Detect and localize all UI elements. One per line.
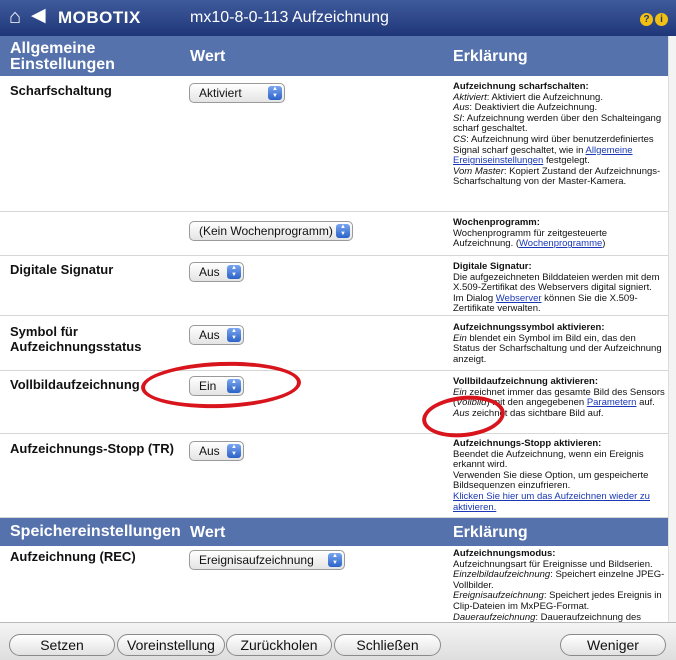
select-arrows-icon: ▲ ▼ (227, 328, 241, 342)
row-aufzeichnungs-stopp: Aufzeichnungs-Stopp (TR) Aus ▲ ▼ Aufzeichn… (0, 434, 668, 518)
brand-logo: MOBOTIX (58, 8, 141, 27)
aufzeichnung-mode-select[interactable]: Ereignisaufzeichnung ▲ ▼ (189, 550, 345, 570)
wochenprogramm-select[interactable]: (Kein Wochenprogramm) ▲ ▼ (189, 221, 353, 241)
section-header-general: Allgemeine Einstellungen Wert Erklärung (0, 36, 668, 76)
row-label: Digitale Signatur (10, 262, 114, 277)
link-aufzeichnen-reaktivieren[interactable]: Klicken Sie hier um das Aufzeichnen wied… (453, 491, 650, 513)
explanation-column-header: Erklärung (453, 48, 528, 65)
explanation-column-header: Erklärung (453, 524, 528, 541)
page-title: mx10-8-0-113 Aufzeichnung (190, 9, 389, 26)
row-digitale-signatur: Digitale Signatur Aus ▲ ▼ Digitale Signatu… (0, 256, 668, 316)
link-parametern[interactable]: Parametern (587, 397, 637, 408)
select-arrows-icon: ▲ ▼ (336, 224, 350, 238)
digitale-signatur-select[interactable]: Aus ▲ ▼ (189, 262, 244, 282)
weniger-button[interactable]: Weniger (560, 634, 666, 656)
row-aufzeichnung-rec: Aufzeichnung (REC) Ereignisaufzeichnung ▲… (0, 546, 668, 622)
explanation-text: Wochenprogramm: Wochenprogramm für zeitg… (453, 217, 608, 250)
value-column-header: Wert (190, 524, 226, 541)
row-vollbildaufzeichnung: Vollbildaufzeichnung Ein ▲ ▼ Vollbildaufze… (0, 371, 668, 434)
zurueckholen-button[interactable]: Zurückholen (226, 634, 332, 656)
link-wochenprogramme[interactable]: Wochenprogramme (519, 238, 602, 249)
row-scharfschaltung: Scharfschaltung Aktiviert ▲ ▼ Aufzeichnung… (0, 76, 668, 212)
select-arrows-icon: ▲ ▼ (227, 265, 241, 279)
row-wochenprogramm: (Kein Wochenprogramm) ▲ ▼ Wochenprogramm: … (0, 212, 668, 256)
help-icon[interactable]: ? (640, 13, 653, 26)
row-label: Vollbildaufzeichnung (10, 377, 140, 392)
symbol-select[interactable]: Aus ▲ ▼ (189, 325, 244, 345)
section-title: Allgemeine Einstellungen (10, 40, 115, 73)
title-bar: ⌂ ◀ MOBOTIX mx10-8-0-113 Aufzeichnung ? i (0, 0, 676, 36)
select-arrows-icon: ▲ ▼ (227, 444, 241, 458)
explanation-text: Digitale Signatur: Die aufgezeichneten B… (453, 261, 660, 315)
row-label: Symbol für Aufzeichnungsstatus (10, 324, 142, 354)
vertical-scrollbar[interactable] (668, 36, 676, 622)
row-label: Aufzeichnung (REC) (10, 549, 136, 564)
setzen-button[interactable]: Setzen (9, 634, 115, 656)
link-webserver[interactable]: Webserver (496, 293, 542, 304)
home-icon[interactable]: ⌂ (9, 6, 21, 28)
header-icons: ? i (640, 9, 670, 27)
row-aufzeichnungsstatus-symbol: Symbol für Aufzeichnungsstatus Aus ▲ ▼ Auf… (0, 316, 668, 371)
aufzeichnungs-stopp-select[interactable]: Aus ▲ ▼ (189, 441, 244, 461)
back-arrow-icon[interactable]: ◀ (31, 5, 46, 27)
row-label: Aufzeichnungs-Stopp (TR) (10, 441, 174, 456)
schliessen-button[interactable]: Schließen (334, 634, 441, 656)
explanation-text: Aufzeichnung scharfschalten: Aktiviert: … (453, 81, 662, 188)
explanation-text: Aufzeichnungsmodus: Aufzeichnungsart für… (453, 548, 665, 622)
section-header-storage: Speichereinstellungen Wert Erklärung (0, 518, 668, 546)
button-bar: Setzen Voreinstellung Zurückholen Schlie… (0, 622, 676, 660)
row-label: Scharfschaltung (10, 83, 112, 98)
section-title: Speichereinstellungen (10, 523, 181, 540)
scharfschaltung-select[interactable]: Aktiviert ▲ ▼ (189, 83, 285, 103)
explanation-text: Aufzeichnungssymbol aktivieren: Ein blen… (453, 322, 662, 365)
select-arrows-icon: ▲ ▼ (328, 553, 342, 567)
explanation-text: Aufzeichnungs-Stopp aktivieren: Beendet … (453, 438, 650, 513)
info-icon[interactable]: i (655, 13, 668, 26)
voreinstellung-button[interactable]: Voreinstellung (117, 634, 225, 656)
select-arrows-icon: ▲ ▼ (268, 86, 282, 100)
value-column-header: Wert (190, 48, 226, 65)
